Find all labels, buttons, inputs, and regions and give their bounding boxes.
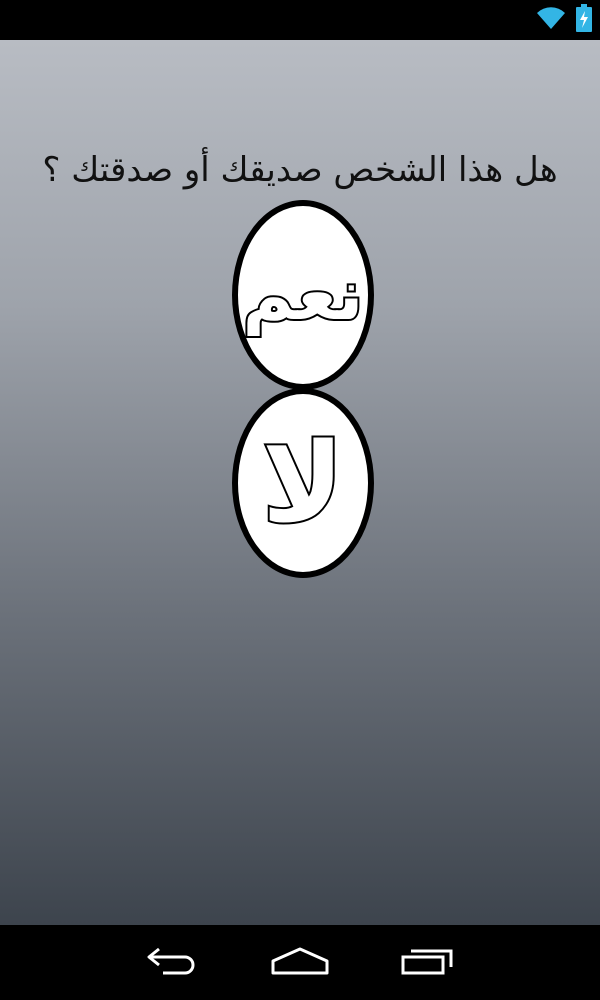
status-icons [536,4,592,36]
home-button[interactable] [265,933,335,993]
home-icon [270,945,330,981]
wifi-icon [536,6,566,34]
no-button[interactable]: لا [232,388,374,578]
status-bar [0,0,600,40]
back-button[interactable] [138,933,208,993]
recent-apps-button[interactable] [392,933,462,993]
recent-apps-icon [399,945,455,981]
back-icon [145,945,201,981]
question-text: هل هذا الشخص صديقك أو صدقتك ؟ [42,150,558,190]
yes-label: نعم [241,254,366,336]
yes-button[interactable]: نعم [232,200,374,390]
navigation-bar [0,925,600,1000]
battery-charging-icon [576,4,592,36]
no-label: لا [260,419,346,547]
main-content: هل هذا الشخص صديقك أو صدقتك ؟ نعم لا [0,40,600,925]
